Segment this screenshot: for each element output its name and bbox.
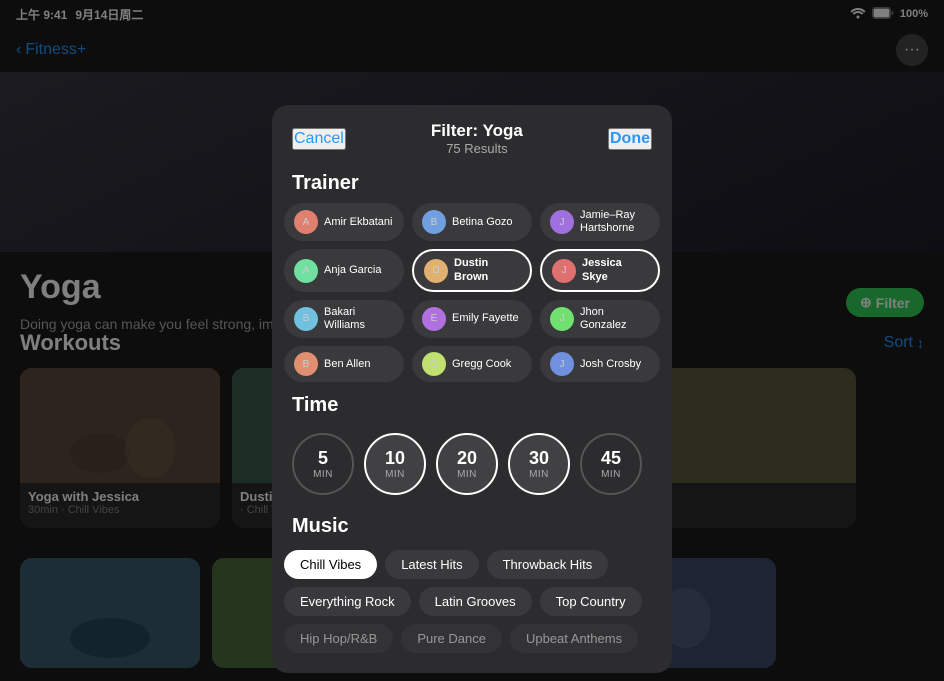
- trainer-avatar: A: [294, 210, 318, 234]
- trainer-grid: AAmir EkbataniBBetina GozoJJamie–Ray Har…: [272, 203, 672, 382]
- trainer-name: Emily Fayette: [452, 312, 519, 325]
- trainer-avatar: D: [424, 259, 448, 283]
- trainer-chip[interactable]: BBakari Williams: [284, 300, 404, 338]
- time-circles: 5MIN10MIN20MIN30MIN45MIN: [272, 425, 672, 503]
- trainer-name: Jamie–Ray Hartshorne: [580, 209, 650, 235]
- trainer-name: Josh Crosby: [580, 358, 641, 371]
- trainer-name: Betina Gozo: [452, 216, 513, 229]
- time-value: 30: [529, 448, 549, 469]
- trainer-name: Amir Ekbatani: [324, 216, 392, 229]
- music-chips: Chill Vibes Latest Hits Throwback Hits Ever…: [272, 546, 672, 624]
- trainer-avatar: J: [550, 210, 574, 234]
- trainer-avatar: B: [294, 352, 318, 376]
- music-chip-partial[interactable]: Pure Dance: [401, 624, 502, 653]
- time-label: MIN: [601, 469, 621, 480]
- time-value: 10: [385, 448, 405, 469]
- time-circle[interactable]: 5MIN: [292, 433, 354, 495]
- trainer-chip[interactable]: A Anja Garcia: [284, 249, 404, 291]
- trainer-avatar: A: [294, 259, 318, 283]
- trainer-chip[interactable]: B Betina Gozo: [412, 203, 532, 241]
- trainer-avatar: G: [422, 352, 446, 376]
- trainer-name: Anja Garcia: [324, 264, 381, 277]
- modal-done-button[interactable]: Done: [608, 128, 652, 150]
- trainer-chip[interactable]: DDustin Brown: [412, 249, 532, 291]
- music-chip[interactable]: Throwback Hits: [487, 550, 609, 579]
- time-label: MIN: [457, 469, 477, 480]
- time-circle[interactable]: 20MIN: [436, 433, 498, 495]
- music-chip-partial[interactable]: Upbeat Anthems: [510, 624, 638, 653]
- trainer-chip[interactable]: JJhon Gonzalez: [540, 300, 660, 338]
- trainer-name: Gregg Cook: [452, 358, 511, 371]
- trainer-avatar: B: [294, 307, 318, 331]
- modal-title: Filter: Yoga: [431, 121, 523, 141]
- music-chip[interactable]: Chill Vibes: [284, 550, 377, 579]
- time-circle[interactable]: 30MIN: [508, 433, 570, 495]
- trainer-chip[interactable]: G Gregg Cook: [412, 346, 532, 382]
- music-partial: Hip Hop/R&B Pure Dance Upbeat Anthems: [272, 624, 672, 653]
- music-chip-partial[interactable]: Hip Hop/R&B: [284, 624, 393, 653]
- music-chip[interactable]: Latest Hits: [385, 550, 478, 579]
- trainer-avatar: J: [550, 307, 574, 331]
- trainer-chip[interactable]: J Josh Crosby: [540, 346, 660, 382]
- trainer-name: Jhon Gonzalez: [580, 306, 650, 332]
- trainer-avatar: B: [422, 210, 446, 234]
- music-chip[interactable]: Everything Rock: [284, 587, 411, 616]
- trainer-chip[interactable]: B Ben Allen: [284, 346, 404, 382]
- time-value: 5: [318, 448, 328, 469]
- trainer-chip[interactable]: E Emily Fayette: [412, 300, 532, 338]
- trainer-chip[interactable]: A Amir Ekbatani: [284, 203, 404, 241]
- time-circle[interactable]: 10MIN: [364, 433, 426, 495]
- music-section-label: Music: [272, 503, 672, 546]
- trainer-avatar: J: [552, 259, 576, 283]
- time-label: MIN: [529, 469, 549, 480]
- trainer-section-label: Trainer: [272, 160, 672, 203]
- time-label: MIN: [385, 469, 405, 480]
- modal-title-block: Filter: Yoga 75 Results: [431, 121, 523, 156]
- trainer-name: Bakari Williams: [324, 306, 394, 332]
- modal-header: Cancel Filter: Yoga 75 Results Done: [272, 105, 672, 160]
- trainer-name: Jessica Skye: [582, 257, 648, 283]
- time-value: 45: [601, 448, 621, 469]
- trainer-avatar: E: [422, 307, 446, 331]
- trainer-name: Ben Allen: [324, 358, 370, 371]
- modal-results: 75 Results: [431, 141, 523, 156]
- time-value: 20: [457, 448, 477, 469]
- trainer-avatar: J: [550, 352, 574, 376]
- music-chip[interactable]: Top Country: [540, 587, 642, 616]
- trainer-chip[interactable]: JJamie–Ray Hartshorne: [540, 203, 660, 241]
- trainer-chip[interactable]: JJessica Skye: [540, 249, 660, 291]
- modal-cancel-button[interactable]: Cancel: [292, 128, 346, 150]
- time-circle[interactable]: 45MIN: [580, 433, 642, 495]
- time-label: MIN: [313, 469, 333, 480]
- music-chip[interactable]: Latin Grooves: [419, 587, 532, 616]
- time-section-label: Time: [272, 382, 672, 425]
- filter-modal: Cancel Filter: Yoga 75 Results Done Trai…: [272, 105, 672, 673]
- trainer-name: Dustin Brown: [454, 257, 520, 283]
